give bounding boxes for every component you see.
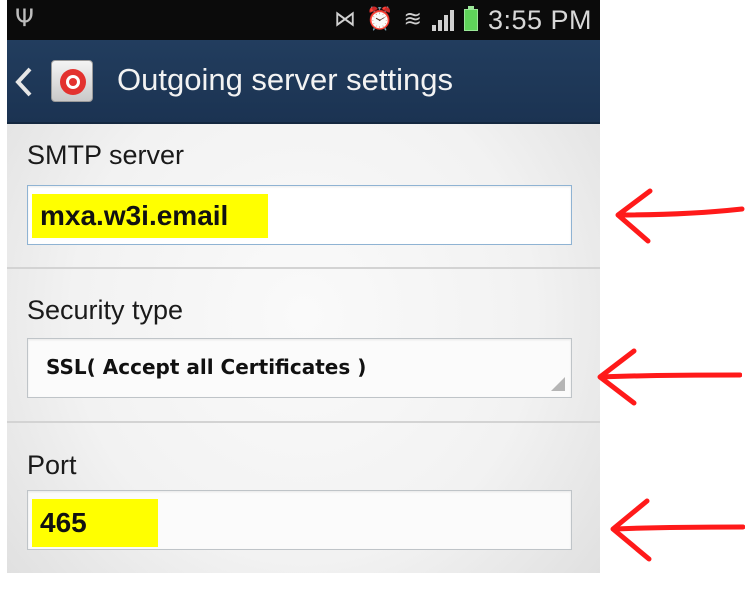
usb-icon: Ψ — [15, 4, 34, 32]
phone-screen: Ψ ⋈ ⏰ ≋ 3:55 PM Outgoing server settings… — [7, 0, 600, 573]
security-type-select[interactable]: SSL( Accept all Certificates ) — [27, 338, 572, 398]
smtp-server-value: mxa.w3i.email — [32, 194, 268, 238]
port-input[interactable]: 465 — [27, 490, 572, 550]
smtp-server-label: SMTP server — [27, 140, 185, 170]
status-bar: Ψ ⋈ ⏰ ≋ 3:55 PM — [7, 0, 600, 40]
security-type-value: SSL( Accept all Certificates ) — [46, 355, 367, 379]
dropdown-corner-icon — [551, 377, 565, 391]
screen-title: Outgoing server settings — [117, 62, 454, 97]
action-bar: Outgoing server settings — [7, 40, 600, 124]
signal-icon — [431, 9, 454, 31]
back-chevron-icon[interactable] — [13, 66, 35, 98]
battery-icon — [463, 6, 478, 31]
annotation-arrow-icon — [597, 348, 742, 406]
status-time: 3:55 PM — [487, 4, 592, 35]
divider — [7, 421, 600, 423]
annotation-arrow-icon — [610, 498, 745, 562]
alarm-icon: ⏰ — [366, 7, 394, 32]
wifi-icon: ≋ — [403, 7, 422, 32]
mute-icon: ⋈ — [334, 7, 357, 32]
status-icons: ⋈ ⏰ ≋ 3:55 PM — [334, 4, 592, 36]
email-app-icon[interactable] — [51, 60, 93, 102]
security-type-label: Security type — [27, 295, 184, 325]
smtp-server-input[interactable]: mxa.w3i.email — [27, 185, 572, 245]
port-value: 465 — [32, 499, 158, 547]
divider — [7, 267, 600, 269]
annotation-arrow-icon — [615, 188, 745, 244]
port-label: Port — [27, 450, 77, 480]
